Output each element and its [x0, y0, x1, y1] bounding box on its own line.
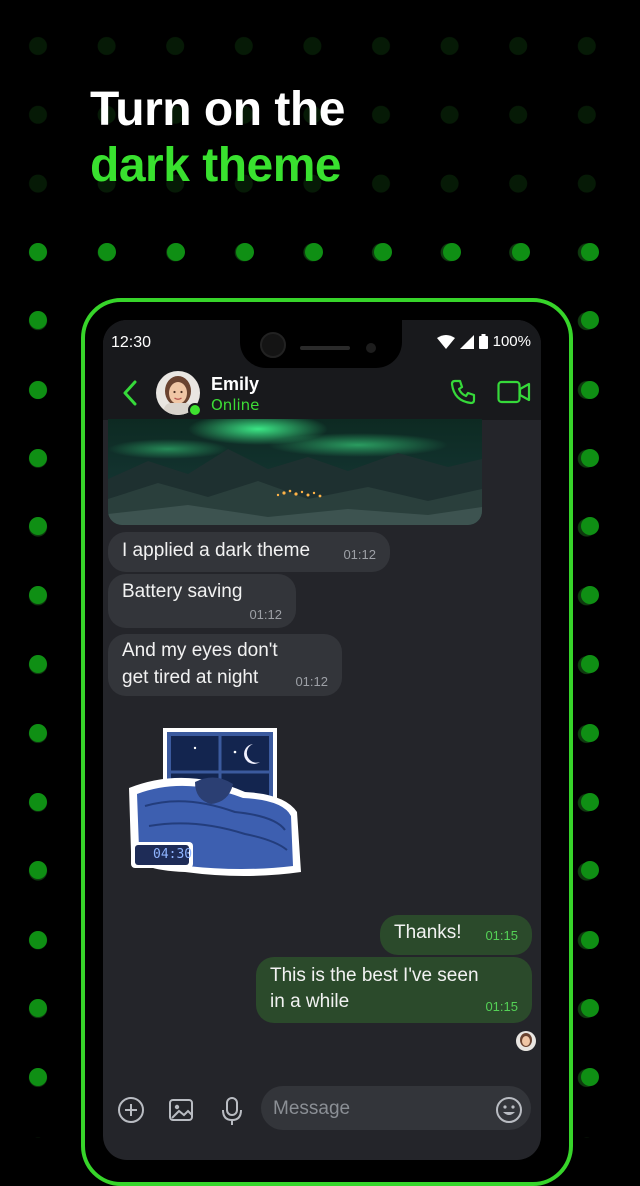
message-time: 01:12	[249, 607, 282, 622]
contact-name[interactable]: Emily	[211, 374, 259, 395]
status-time: 12:30	[111, 334, 152, 351]
message-text: Battery saving	[122, 581, 243, 602]
message-time: 01:12	[295, 674, 328, 689]
message-bubble-incoming[interactable]: And my eyes don't get tired at night 01:…	[108, 634, 342, 696]
phone-call-icon[interactable]	[449, 378, 477, 406]
status-bar: 12:30 100%	[103, 320, 541, 368]
message-composer: Message	[103, 1080, 541, 1150]
message-text: Thanks!	[394, 922, 462, 943]
sleeping-sticker[interactable]: 04:30	[125, 722, 305, 882]
battery-icon	[478, 334, 488, 349]
message-text-line-2: get tired at night	[122, 667, 259, 688]
chat-screen: 12:30 100% Emily Online I applied a dark…	[103, 320, 541, 1160]
message-time: 01:12	[343, 547, 376, 562]
emoji-icon[interactable]	[495, 1096, 523, 1124]
message-bubble-incoming[interactable]: Battery saving 01:12	[108, 574, 296, 628]
headline-line-1: Turn on the	[90, 83, 345, 136]
message-text: I applied a dark theme	[122, 540, 311, 561]
headline-line-2: dark theme	[90, 139, 342, 192]
signal-icon	[459, 334, 474, 349]
back-arrow-icon[interactable]	[119, 378, 141, 408]
message-input-placeholder: Message	[273, 1098, 351, 1119]
message-bubble-outgoing[interactable]: Thanks! 01:15	[380, 915, 532, 955]
message-bubble-outgoing[interactable]: This is the best I've seen in a while 01…	[256, 957, 532, 1023]
message-bubble-incoming[interactable]: I applied a dark theme 01:12	[108, 532, 390, 572]
status-indicators: 100%	[436, 333, 531, 350]
read-receipt-avatar	[516, 1031, 536, 1051]
message-time: 01:15	[485, 928, 518, 943]
gallery-icon[interactable]	[167, 1096, 195, 1124]
video-call-icon[interactable]	[497, 380, 531, 404]
promo-headline: Turn on the dark theme	[90, 82, 345, 194]
message-text-line-1: This is the best I've seen	[270, 965, 479, 986]
contact-presence: Online	[211, 396, 260, 414]
battery-percent: 100%	[492, 333, 531, 350]
message-time: 01:15	[485, 999, 518, 1014]
add-icon[interactable]	[117, 1096, 145, 1124]
message-text-line-1: And my eyes don't	[122, 640, 278, 661]
aurora-photo[interactable]	[108, 419, 482, 525]
message-text-line-2: in a while	[270, 991, 350, 1012]
microphone-icon[interactable]	[219, 1096, 245, 1126]
sticker-clock-text: 04:30	[153, 847, 193, 862]
camera-notch	[240, 320, 402, 368]
chat-header: Emily Online	[103, 368, 541, 420]
message-input[interactable]: Message	[261, 1086, 531, 1130]
wifi-icon	[436, 334, 455, 349]
online-indicator	[188, 403, 202, 417]
